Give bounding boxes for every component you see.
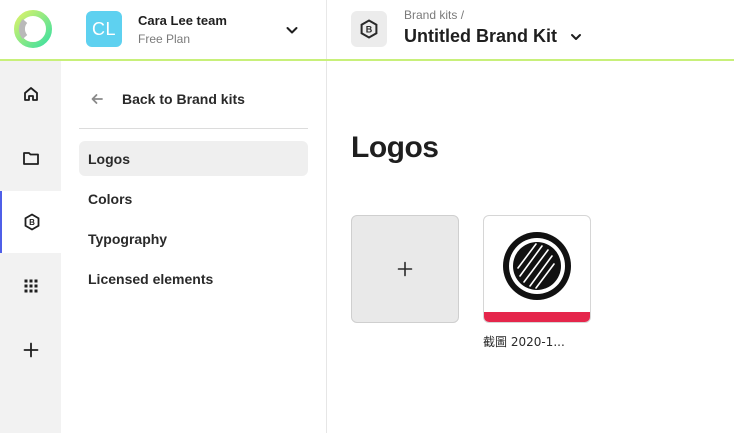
team-avatar[interactable]: CL [86, 11, 122, 47]
home-icon [23, 87, 38, 101]
rail-item-home[interactable] [0, 63, 61, 125]
rail-item-create[interactable] [0, 319, 61, 381]
divider [79, 128, 308, 129]
arrow-left-icon [91, 94, 103, 104]
team-name[interactable]: Cara Lee team [138, 13, 227, 28]
brand-kit-icon: B [351, 11, 387, 47]
chevron-down-icon[interactable] [284, 22, 300, 38]
sidebar-item-typography[interactable]: Typography [79, 221, 308, 256]
logo-image [503, 232, 571, 300]
brand-kit-icon: B [24, 213, 39, 231]
back-label: Back to Brand kits [122, 91, 245, 107]
left-rail: B [0, 61, 61, 433]
plus-icon [23, 342, 38, 358]
header-divider [326, 0, 327, 59]
apps-grid-icon [24, 279, 37, 293]
section-title: Logos [351, 131, 439, 164]
brand-kit-sidebar: Back to Brand kits Logos Colors Typograp… [61, 61, 327, 433]
sidebar-item-colors[interactable]: Colors [79, 181, 308, 216]
sidebar-item-logos[interactable]: Logos [79, 141, 308, 176]
folder-icon [22, 152, 39, 165]
svg-text:B: B [29, 218, 35, 227]
sidebar-item-licensed-elements[interactable]: Licensed elements [79, 261, 308, 296]
add-logo-button[interactable] [351, 215, 459, 323]
rail-item-apps[interactable] [0, 255, 61, 317]
logo-thumbnail[interactable] [483, 215, 591, 323]
page-title[interactable]: Untitled Brand Kit [404, 26, 557, 47]
svg-text:B: B [366, 25, 373, 35]
breadcrumb[interactable]: Brand kits / [404, 8, 464, 22]
rail-item-projects[interactable] [0, 127, 61, 189]
chevron-down-icon[interactable] [568, 29, 584, 45]
plus-icon [397, 261, 413, 277]
logo-caption: 截圖 2020-1... [483, 335, 565, 349]
top-header: CL Cara Lee team Free Plan B Brand kits … [0, 0, 734, 61]
rail-item-brand[interactable]: B [0, 191, 61, 253]
app-logo-icon[interactable] [14, 8, 52, 50]
logo-color-band [484, 312, 590, 322]
main-content: Logos 截圖 2020-1... [327, 61, 734, 433]
back-to-brand-kits-button[interactable]: Back to Brand kits [89, 87, 309, 111]
team-plan: Free Plan [138, 32, 191, 46]
